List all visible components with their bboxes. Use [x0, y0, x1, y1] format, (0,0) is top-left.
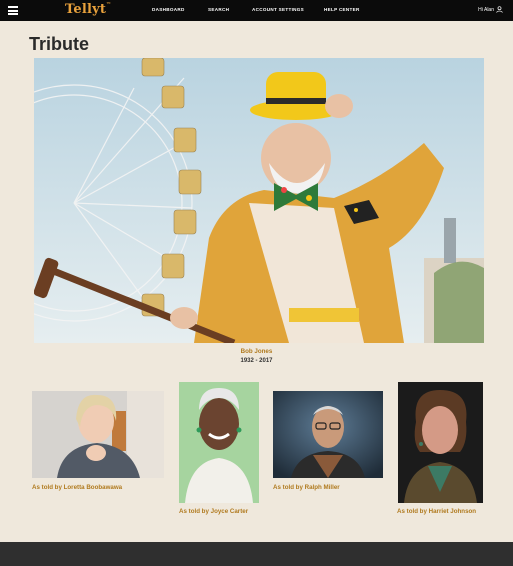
nav-account-settings[interactable]: ACCOUNT SETTINGS: [252, 7, 304, 12]
nav-help-center[interactable]: HELP CENTER: [324, 7, 360, 12]
greeting-text: Hi Alan: [478, 6, 494, 13]
hero-dates: 1932 - 2017: [240, 358, 273, 364]
tribute-caption[interactable]: As told by Loretta Boobawawa: [32, 484, 122, 491]
user-icon: [496, 6, 503, 13]
user-greeting[interactable]: Hi Alan: [478, 6, 503, 13]
page-footer: [0, 542, 513, 566]
top-navigation: Tellyt™ DASHBOARD SEARCH ACCOUNT SETTING…: [0, 0, 513, 21]
nav-dashboard[interactable]: DASHBOARD: [152, 7, 185, 12]
tellyt-logo[interactable]: Tellyt™: [65, 2, 111, 17]
page-title: Tribute: [29, 34, 90, 54]
tribute-caption[interactable]: As told by Ralph Miller: [273, 484, 340, 491]
tribute-portrait[interactable]: [398, 382, 483, 503]
nav-search[interactable]: SEARCH: [208, 7, 229, 12]
tribute-portrait[interactable]: [32, 391, 164, 478]
tribute-caption[interactable]: As told by Joyce Carter: [179, 508, 248, 515]
hero-photo: [34, 58, 484, 343]
logo-text: Tellyt: [65, 2, 107, 17]
hero-name: Bob Jones: [240, 348, 273, 355]
tribute-portrait[interactable]: [273, 391, 383, 478]
menu-icon[interactable]: [8, 6, 18, 15]
tribute-portrait[interactable]: [179, 382, 259, 503]
tribute-caption[interactable]: As told by Harriet Johnson: [397, 508, 476, 515]
trademark-mark: ™: [106, 2, 112, 8]
